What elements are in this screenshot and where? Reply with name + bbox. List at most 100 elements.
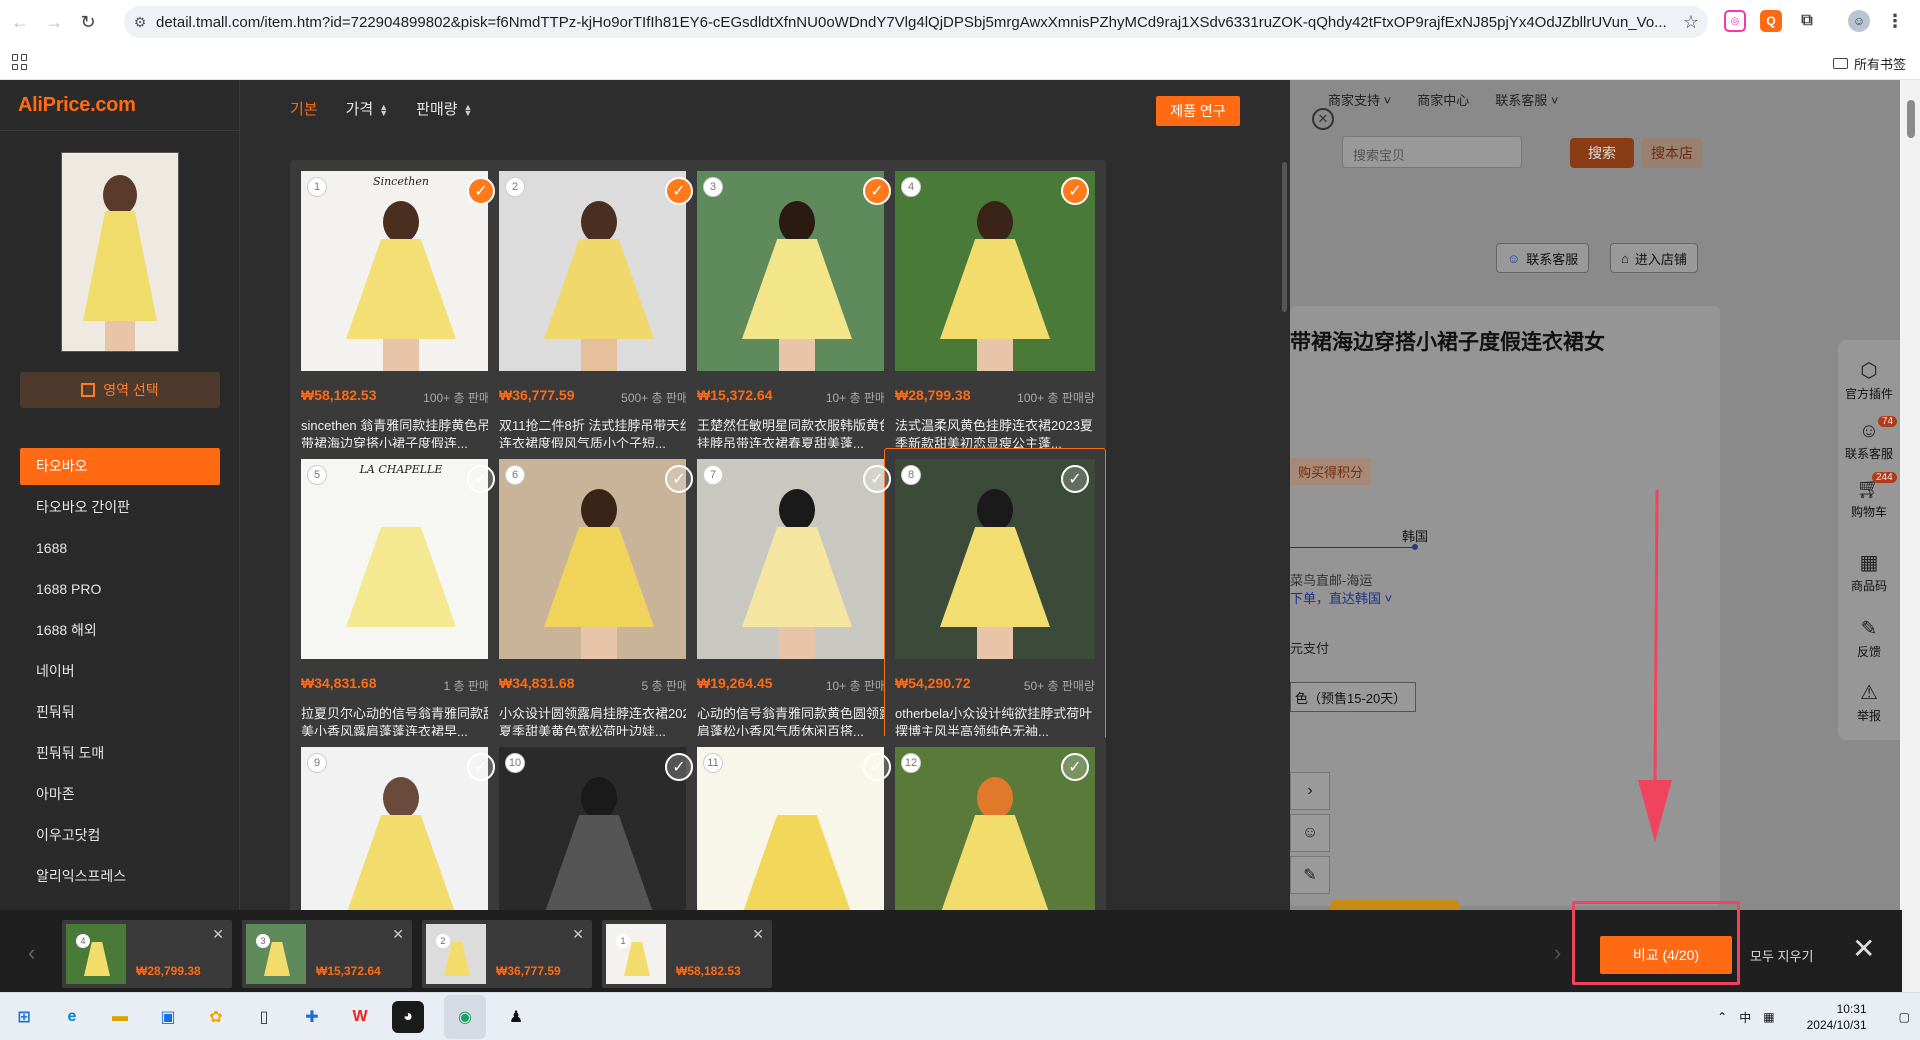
keyboard-grid-icon[interactable]: ▦: [1763, 1010, 1774, 1024]
forward-icon[interactable]: →: [40, 8, 68, 36]
select-checkbox[interactable]: ✓: [467, 177, 495, 205]
shipping-direct-link[interactable]: 下单，直达韩国 ˅: [1290, 588, 1392, 607]
menu-item-taobao-lite[interactable]: 타오바오 간이판: [20, 489, 220, 530]
rail-feedback[interactable]: ✎ 反馈: [1838, 616, 1900, 660]
select-checkbox[interactable]: ✓: [863, 753, 891, 781]
extension-1-icon[interactable]: ◎: [1724, 10, 1746, 32]
aliprice-extension-icon[interactable]: Q: [1760, 10, 1782, 32]
product-image[interactable]: 6 ✓: [499, 459, 699, 659]
product-image[interactable]: 11 ✓: [697, 747, 897, 910]
compare-item[interactable]: 3 ₩15,372.64 ✕: [242, 920, 412, 988]
tmall-search-store-button[interactable]: 搜本店: [1642, 138, 1702, 168]
product-card[interactable]: 8 ✓ ₩54,290.72 50+ 총 판매량 otherbela小众设计纯欲挂脖式荷…: [884, 448, 1106, 778]
compare-item-image[interactable]: 4: [66, 924, 126, 984]
product-image[interactable]: 9 ✓: [301, 747, 501, 910]
merchant-support-link[interactable]: 商家支持 ˅: [1328, 90, 1391, 109]
select-checkbox[interactable]: ✓: [1061, 465, 1089, 493]
remove-compare-item-icon[interactable]: ✕: [572, 926, 584, 943]
product-image[interactable]: 10 ✓: [499, 747, 699, 910]
select-checkbox[interactable]: ✓: [665, 177, 693, 205]
bookmark-star-icon[interactable]: ☆: [1674, 12, 1708, 33]
product-card[interactable]: 1 ✓ Sincethen ₩58,182.53 100+ 총 판매량 sincethen…: [290, 160, 512, 490]
menu-item-taobao[interactable]: 타오바오: [20, 448, 220, 485]
wps-icon[interactable]: W: [344, 1001, 376, 1033]
product-card[interactable]: 11 ✓: [686, 736, 908, 910]
product-card[interactable]: 3 ✓ ₩15,372.64 10+ 총 판매량 王楚然任敏明星同款衣服韩版黄色挂脖吊带…: [686, 160, 908, 490]
url-text[interactable]: detail.tmall.com/item.htm?id=72290489980…: [156, 14, 1674, 31]
select-checkbox[interactable]: ✓: [467, 753, 495, 781]
select-checkbox[interactable]: ✓: [1061, 177, 1089, 205]
tray-expand-icon[interactable]: ⌃: [1717, 1010, 1727, 1024]
chat-bubble-icon[interactable]: ☺: [1290, 814, 1330, 852]
product-card[interactable]: 7 ✓ ₩19,264.45 10+ 총 판매량 心动的信号翁青雅同款黄色圆领露肩蓬松小…: [686, 448, 908, 778]
rail-official-plugin[interactable]: ⬡ 官方插件: [1838, 358, 1900, 402]
menu-item-1688-pro[interactable]: 1688 PRO: [20, 571, 220, 612]
menu-item-pinduoduo[interactable]: 핀둬둬: [20, 694, 220, 735]
notification-icon[interactable]: ▢: [1899, 1010, 1910, 1024]
select-checkbox[interactable]: ✓: [665, 753, 693, 781]
compare-close-icon[interactable]: ✕: [1852, 932, 1875, 965]
file-explorer-icon[interactable]: ▬: [104, 1001, 136, 1033]
scrollbar-thumb[interactable]: [1907, 100, 1915, 138]
select-checkbox[interactable]: ✓: [665, 465, 693, 493]
chrome-icon[interactable]: ◉: [449, 1001, 481, 1033]
address-bar[interactable]: ⚙ detail.tmall.com/item.htm?id=722904899…: [124, 6, 1708, 38]
remove-compare-item-icon[interactable]: ✕: [212, 926, 224, 943]
product-image[interactable]: 7 ✓: [697, 459, 897, 659]
remove-compare-item-icon[interactable]: ✕: [752, 926, 764, 943]
sort-basic-tab[interactable]: 기본: [290, 98, 318, 119]
product-card[interactable]: 9 ✓: [290, 736, 512, 910]
compare-item[interactable]: 4 ₩28,799.38 ✕: [62, 920, 232, 988]
panda-app-icon[interactable]: ◕: [392, 1001, 424, 1033]
merchant-center-link[interactable]: 商家中心: [1417, 90, 1469, 109]
ime-indicator[interactable]: 中: [1739, 1009, 1751, 1026]
select-checkbox[interactable]: ✓: [467, 465, 495, 493]
compare-item[interactable]: 1 ₩58,182.53 ✕: [602, 920, 772, 988]
baidu-netdisk-icon[interactable]: ✿: [200, 1001, 232, 1033]
all-bookmarks-button[interactable]: 所有书签: [1832, 54, 1906, 73]
pen-icon[interactable]: ✎: [1290, 856, 1330, 894]
region-select-button[interactable]: 영역 선택: [20, 372, 220, 408]
tmall-search-button[interactable]: 搜索: [1570, 138, 1634, 168]
product-card[interactable]: 12 ✓: [884, 736, 1106, 910]
control-panel-icon[interactable]: ▣: [152, 1001, 184, 1033]
product-card[interactable]: 2 ✓ ₩36,777.59 500+ 총 판매량 双11抢二件8折 法式挂脖吊带天丝连…: [488, 160, 710, 490]
grid-scrollbar-thumb[interactable]: [1282, 162, 1287, 312]
back-icon[interactable]: ←: [6, 8, 34, 36]
select-checkbox[interactable]: ✓: [863, 465, 891, 493]
apps-grid-icon[interactable]: [12, 54, 28, 70]
edge-icon[interactable]: e: [56, 1001, 88, 1033]
product-image[interactable]: 1 ✓ Sincethen: [301, 171, 501, 371]
site-info-icon[interactable]: ⚙: [124, 14, 156, 31]
contact-service-link[interactable]: 联系客服 ˅: [1495, 90, 1558, 109]
chevron-right-icon[interactable]: ›: [1290, 772, 1330, 810]
compare-item-image[interactable]: 3: [246, 924, 306, 984]
select-checkbox[interactable]: ✓: [1061, 753, 1089, 781]
menu-item-naver[interactable]: 네이버: [20, 653, 220, 694]
qq-icon[interactable]: ♟: [500, 1001, 532, 1033]
menu-item-1688[interactable]: 1688: [20, 530, 220, 571]
remove-compare-item-icon[interactable]: ✕: [392, 926, 404, 943]
app-icon[interactable]: ✚: [296, 1001, 328, 1033]
compare-item[interactable]: 2 ₩36,777.59 ✕: [422, 920, 592, 988]
product-card[interactable]: 6 ✓ ₩34,831.68 5 총 판매량 小众设计圆领露肩挂脖连衣裙2023夏季甜美…: [488, 448, 710, 778]
menu-item-amazon[interactable]: 아마존: [20, 776, 220, 817]
product-research-button[interactable]: 제품 연구: [1156, 96, 1240, 126]
product-image[interactable]: 12 ✓: [895, 747, 1095, 910]
product-card[interactable]: 5 ✓ LA CHAPELLE ₩34,831.68 1 총 판매량 拉夏贝尔心动的信号翁…: [290, 448, 512, 778]
menu-item-yiwugo[interactable]: 이우고닷컴: [20, 817, 220, 858]
profile-avatar-icon[interactable]: ☺: [1848, 10, 1870, 32]
document-icon[interactable]: ▯: [248, 1001, 280, 1033]
menu-kebab-icon[interactable]: ⋮: [1884, 10, 1906, 32]
clear-all-button[interactable]: 모두 지우기: [1750, 946, 1813, 965]
product-image[interactable]: 8 ✓: [895, 459, 1095, 659]
rail-product-code[interactable]: ▦ 商品码: [1838, 550, 1900, 594]
compare-prev-icon[interactable]: ‹: [28, 940, 35, 966]
product-image[interactable]: 5 ✓ LA CHAPELLE: [301, 459, 501, 659]
color-option-presale[interactable]: 色（预售15-20天）: [1290, 682, 1416, 712]
product-image[interactable]: 3 ✓: [697, 171, 897, 371]
compare-button[interactable]: 비교 (4/20): [1600, 936, 1732, 974]
rail-report[interactable]: ⚠ 举报: [1838, 680, 1900, 724]
menu-item-aliexpress[interactable]: 알리익스프레스: [20, 858, 220, 899]
sort-price-tab[interactable]: 가격 ▲ ▼: [346, 98, 389, 119]
